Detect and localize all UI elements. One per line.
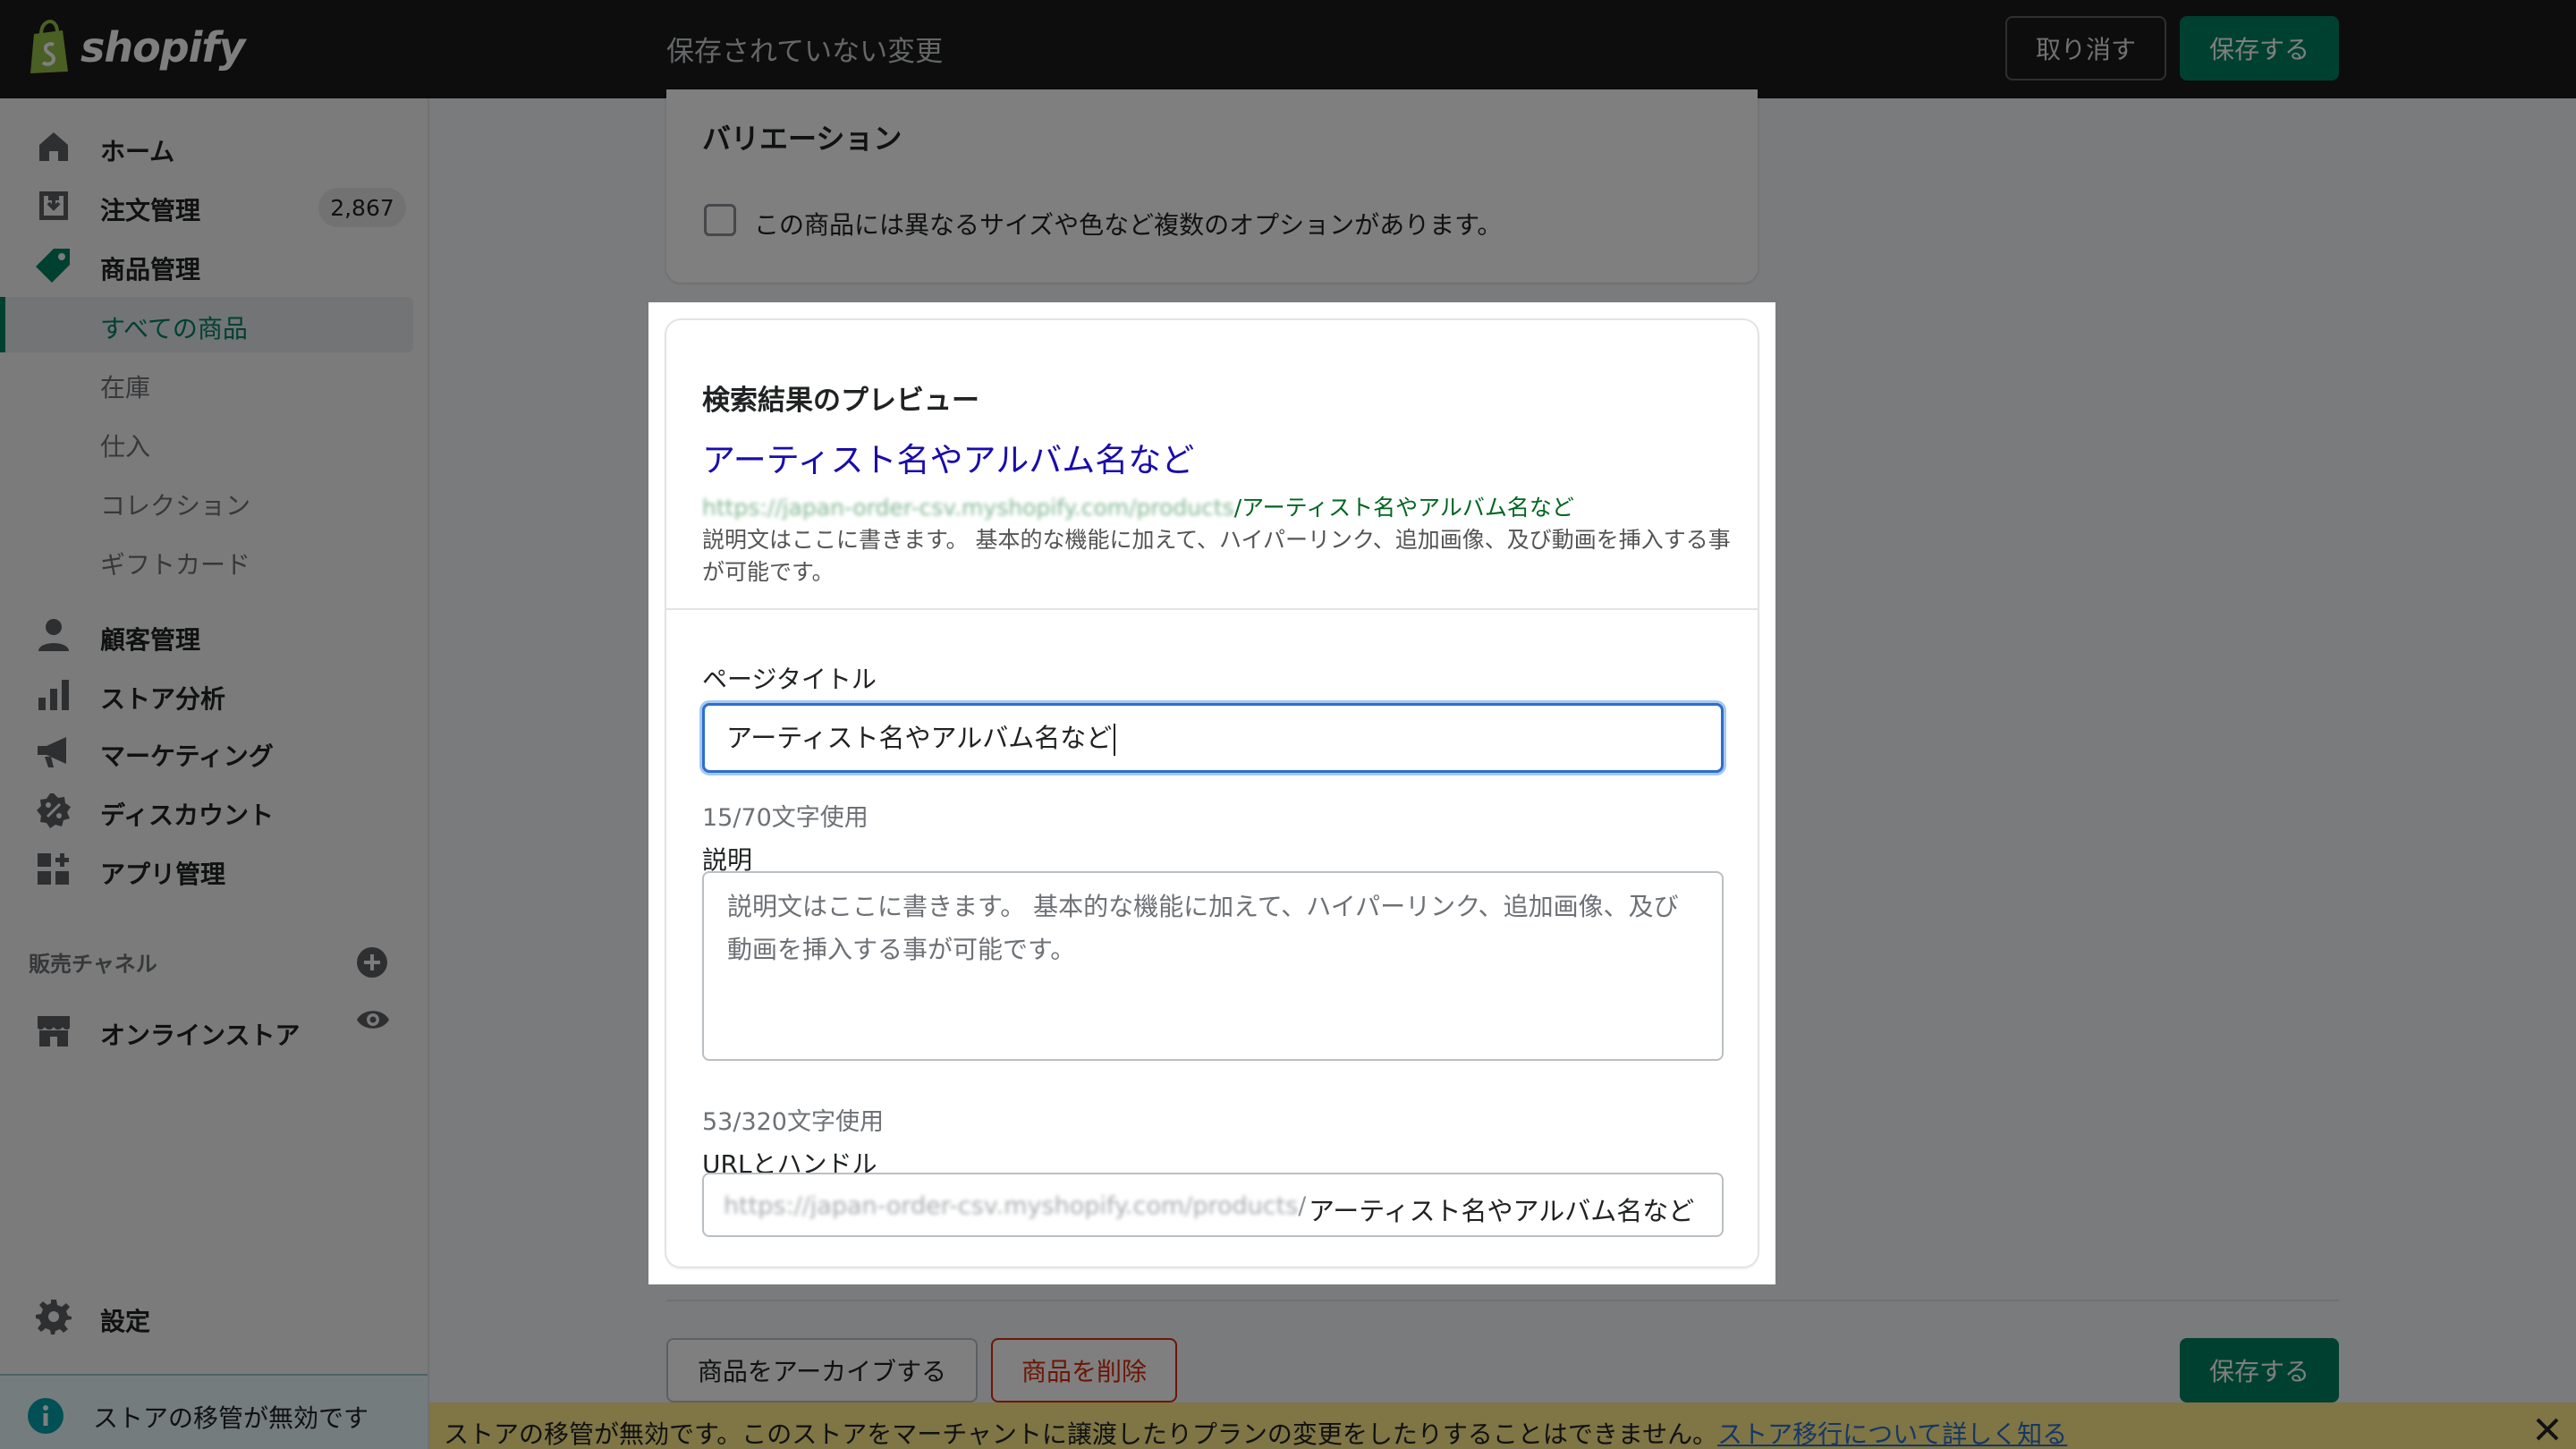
search-preview-description: 説明文はここに書きます。 基本的な機能に加えて、ハイパーリンク、追加画像、及び動… xyxy=(702,527,1731,585)
url-prefix: https://japan-order-csv.myshopify.com/pr… xyxy=(724,1192,1306,1220)
url-handle-input[interactable]: https://japan-order-csv.myshopify.com/pr… xyxy=(702,1173,1724,1237)
section-divider xyxy=(666,608,1758,610)
text-caret xyxy=(1114,724,1116,756)
preview-url-base: https://japan-order-csv.myshopify.com/pr… xyxy=(702,495,1234,521)
description-textarea[interactable]: 説明文はここに書きます。 基本的な機能に加えて、ハイパーリンク、追加画像、及び動… xyxy=(702,871,1724,1061)
url-prefix-domain: https://japan-order-csv.myshopify.com/pr… xyxy=(724,1192,1299,1220)
preview-url-handle: /アーティスト名やアルバム名など xyxy=(1233,495,1574,521)
page-title-value: アーティスト名やアルバム名など xyxy=(726,723,1113,753)
page-title-char-count: 15/70文字使用 xyxy=(702,804,869,832)
url-prefix-separator: / xyxy=(1298,1192,1307,1220)
page-title-input[interactable]: アーティスト名やアルバム名など xyxy=(702,703,1724,773)
seo-preview-card: 検索結果のプレビュー アーティスト名やアルバム名など https://japan… xyxy=(666,320,1758,1267)
url-handle-value: アーティスト名やアルバム名など xyxy=(1309,1196,1695,1226)
search-preview-title: 検索結果のプレビュー xyxy=(702,385,979,417)
search-preview-url: https://japan-order-csv.myshopify.com/pr… xyxy=(702,490,1574,522)
seo-preview-panel: 検索結果のプレビュー アーティスト名やアルバム名など https://japan… xyxy=(648,302,1775,1284)
description-char-count: 53/320文字使用 xyxy=(702,1108,884,1136)
search-preview-page-title: アーティスト名やアルバム名など xyxy=(702,441,1195,479)
page-title-label: ページタイトル xyxy=(702,665,877,694)
